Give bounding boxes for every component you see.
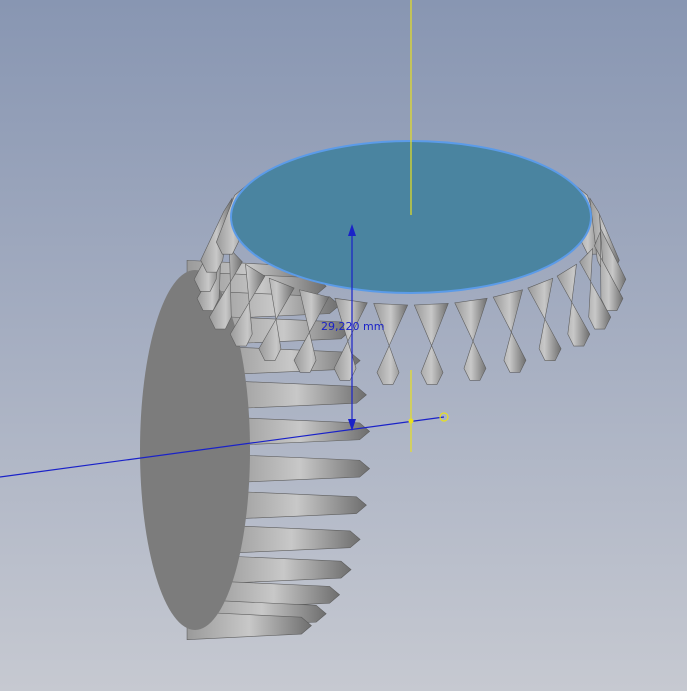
vertical-gear-back-face [140,270,250,630]
dimension-label[interactable]: 29,220 mm [321,320,384,333]
gear-tooth [229,417,371,446]
horizontal-bevel-gear[interactable] [193,140,627,385]
gear-tooth [527,277,562,362]
cad-3d-viewport[interactable]: 29,220 mm [0,0,687,691]
gear-tooth [229,454,371,483]
intersection-point [408,418,414,424]
gear-tooth [492,289,527,373]
model-canvas[interactable]: 29,220 mm [0,0,687,691]
gear-tooth [373,303,409,385]
gear-tooth [454,297,488,381]
vertical-bevel-gear[interactable] [140,260,371,640]
gear-tooth [333,297,368,381]
gear-tooth [413,303,449,385]
gear-tooth [556,263,591,347]
